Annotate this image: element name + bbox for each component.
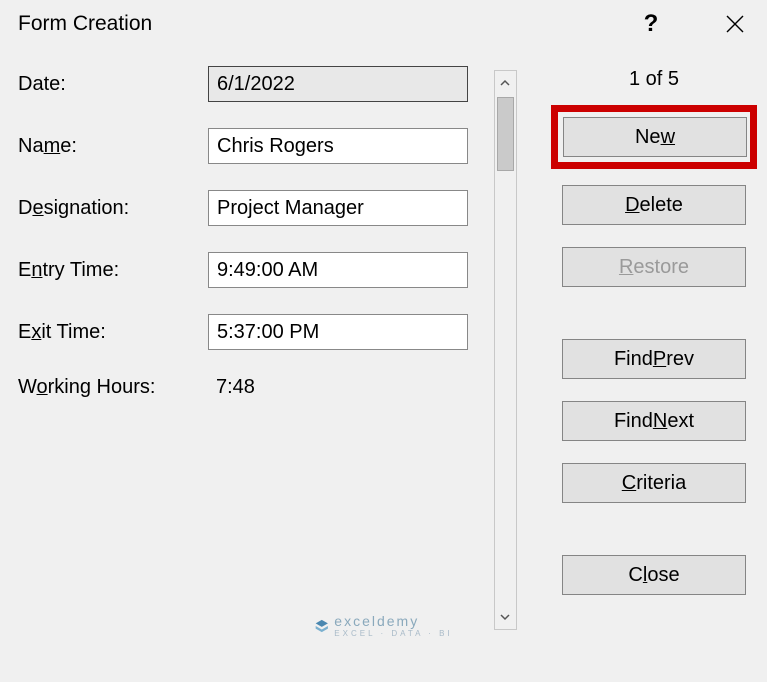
scroll-down[interactable] [495, 605, 516, 629]
title-controls: ? [627, 4, 759, 44]
chevron-up-icon [499, 77, 511, 89]
label-working-hours: Working Hours: [18, 376, 208, 399]
titlebar: Form Creation ? [0, 0, 767, 48]
restore-button[interactable]: Restore [562, 247, 746, 287]
label-designation: Designation: [18, 197, 208, 220]
highlight-new: New [551, 105, 757, 169]
close-form-button[interactable]: Close [562, 555, 746, 595]
form-fields: Date: Name: Designation: Entry Time: Exi… [18, 66, 488, 640]
button-column: 1 of 5 New Delete Restore Find Prev Find… [517, 66, 757, 640]
input-designation[interactable] [208, 190, 468, 226]
criteria-button[interactable]: Criteria [562, 463, 746, 503]
scroll-track[interactable] [495, 95, 516, 605]
record-counter: 1 of 5 [629, 68, 679, 91]
row-entry-time: Entry Time: [18, 252, 488, 288]
scroll-thumb[interactable] [497, 97, 514, 171]
logo-icon [314, 619, 328, 633]
input-entry-time[interactable] [208, 252, 468, 288]
row-name: Name: [18, 128, 488, 164]
label-date: Date: [18, 73, 208, 96]
new-button[interactable]: New [563, 117, 747, 157]
close-button[interactable] [711, 4, 759, 44]
find-prev-button[interactable]: Find Prev [562, 339, 746, 379]
label-exit-time: Exit Time: [18, 321, 208, 344]
watermark-brand: exceldemy [334, 613, 452, 629]
label-entry-time: Entry Time: [18, 259, 208, 282]
row-designation: Designation: [18, 190, 488, 226]
input-date[interactable] [208, 66, 468, 102]
content: Date: Name: Designation: Entry Time: Exi… [0, 48, 767, 648]
chevron-down-icon [499, 611, 511, 623]
delete-button[interactable]: Delete [562, 185, 746, 225]
close-icon [725, 14, 745, 34]
record-scrollbar[interactable] [494, 70, 517, 630]
dialog-title: Form Creation [18, 12, 627, 36]
help-button[interactable]: ? [627, 4, 675, 44]
dialog: Form Creation ? Date: Name: Designation: [0, 0, 767, 682]
input-exit-time[interactable] [208, 314, 468, 350]
row-working-hours: Working Hours: 7:48 [18, 376, 488, 399]
scroll-up[interactable] [495, 71, 516, 95]
find-next-button[interactable]: Find Next [562, 401, 746, 441]
value-working-hours: 7:48 [208, 376, 255, 399]
watermark-sub: EXCEL · DATA · BI [334, 629, 452, 638]
row-date: Date: [18, 66, 488, 102]
input-name[interactable] [208, 128, 468, 164]
label-name: Name: [18, 135, 208, 158]
watermark: exceldemy EXCEL · DATA · BI [314, 613, 452, 638]
row-exit-time: Exit Time: [18, 314, 488, 350]
